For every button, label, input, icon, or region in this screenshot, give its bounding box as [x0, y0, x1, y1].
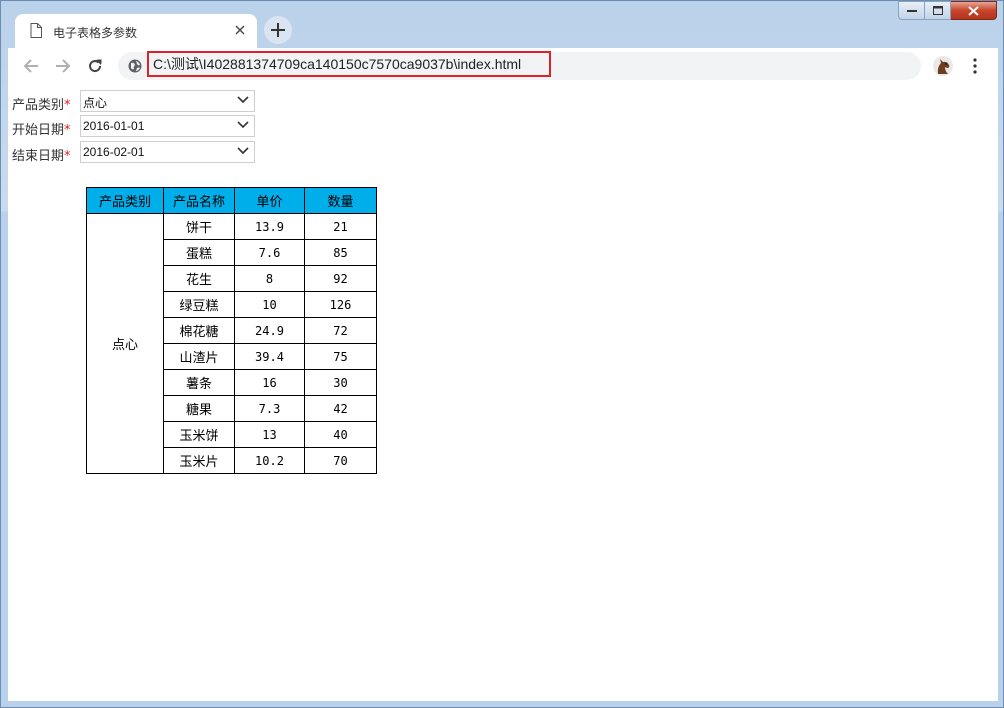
product-name-cell: 蛋糕	[163, 239, 235, 266]
category-cell: 点心	[86, 213, 164, 474]
start-date-select-value: 2016-01-01	[83, 119, 145, 133]
omnibox[interactable]: C:\测试\I402881374709ca140150c7570ca9037b\…	[118, 51, 921, 80]
category-label: 产品类别*	[12, 98, 71, 113]
close-icon	[968, 5, 979, 16]
product-name-cell: 玉米饼	[163, 421, 235, 448]
new-tab-button[interactable]	[264, 16, 292, 44]
end-date-select-value: 2016-02-01	[83, 145, 145, 159]
reload-button[interactable]	[83, 54, 107, 78]
address-bar-url[interactable]: C:\测试\I402881374709ca140150c7570ca9037b\…	[147, 51, 551, 77]
product-name-cell: 花生	[163, 265, 235, 292]
window-controls	[898, 1, 997, 21]
start-date-field: 开始日期* 2016-01-01	[12, 114, 262, 138]
qty-cell: 21	[304, 213, 377, 240]
more-vert-icon[interactable]	[968, 56, 982, 76]
reload-icon	[89, 59, 102, 73]
product-name-cell: 糖果	[163, 395, 235, 422]
product-name-cell: 棉花糖	[163, 317, 235, 344]
qty-cell: 92	[304, 265, 377, 292]
avatar[interactable]	[933, 56, 953, 76]
browser-window: 电子表格多参数 C:\测试\I402881374709ca140150c7570…	[0, 0, 1004, 708]
chevron-down-icon	[237, 147, 249, 155]
arrow-left-icon	[23, 59, 38, 73]
price-cell: 24.9	[234, 317, 305, 344]
page-content: 产品类别* 点心 开始日期* 2016-01-01 结束日期* 2016-02-…	[8, 85, 998, 701]
product-name-cell: 饼干	[163, 213, 235, 240]
browser-tab[interactable]: 电子表格多参数	[15, 14, 257, 48]
product-name-cell: 绿豆糕	[163, 291, 235, 318]
plus-icon	[271, 23, 285, 37]
maximize-icon	[932, 6, 943, 15]
table-row: 点心 饼干 13.9 21	[86, 213, 377, 474]
table-body: 点心 饼干 13.9 21 蛋糕 7.6 85 花生 8 92 绿豆糕 10 1…	[86, 213, 377, 474]
qty-cell: 126	[304, 291, 377, 318]
product-name-cell: 玉米片	[163, 447, 235, 474]
browser-toolbar: C:\测试\I402881374709ca140150c7570ca9037b\…	[8, 48, 998, 86]
product-table: 产品类别 产品名称 单价 数量 点心 饼干 13.9 21 蛋糕 7.6 85	[86, 187, 377, 474]
window-close-button[interactable]	[951, 1, 997, 20]
column-header-category: 产品类别	[86, 187, 164, 214]
document-icon	[30, 23, 42, 38]
chevron-down-icon	[237, 121, 249, 129]
price-cell: 10.2	[234, 447, 305, 474]
category-select-value: 点心	[83, 96, 108, 110]
profile-horse-icon	[937, 59, 950, 74]
price-cell: 10	[234, 291, 305, 318]
price-cell: 13.9	[234, 213, 305, 240]
column-header-qty: 数量	[304, 187, 377, 214]
qty-cell: 30	[304, 369, 377, 396]
start-date-select[interactable]: 2016-01-01	[80, 115, 255, 137]
product-name-cell: 薯条	[163, 369, 235, 396]
product-name-cell: 山渣片	[163, 343, 235, 370]
category-field: 产品类别* 点心	[12, 89, 262, 113]
price-cell: 39.4	[234, 343, 305, 370]
category-select[interactable]: 点心	[80, 90, 255, 112]
tab-title: 电子表格多参数	[53, 26, 138, 40]
end-date-field: 结束日期* 2016-02-01	[12, 140, 262, 164]
start-date-label: 开始日期*	[12, 123, 71, 138]
arrow-right-icon	[56, 59, 71, 73]
qty-cell: 70	[304, 447, 377, 474]
end-date-label: 结束日期*	[12, 149, 71, 164]
qty-cell: 75	[304, 343, 377, 370]
back-button[interactable]	[19, 54, 43, 78]
column-header-price: 单价	[234, 187, 305, 214]
tab-close-icon[interactable]	[232, 22, 248, 38]
minimize-icon	[906, 9, 917, 12]
table-header-row: 产品类别 产品名称 单价 数量	[86, 187, 377, 214]
price-cell: 16	[234, 369, 305, 396]
end-date-select[interactable]: 2016-02-01	[80, 141, 255, 163]
qty-cell: 40	[304, 421, 377, 448]
qty-cell: 72	[304, 317, 377, 344]
price-cell: 8	[234, 265, 305, 292]
price-cell: 7.6	[234, 239, 305, 266]
minimize-button[interactable]	[898, 1, 925, 20]
price-cell: 7.3	[234, 395, 305, 422]
chevron-down-icon	[237, 96, 249, 104]
qty-cell: 42	[304, 395, 377, 422]
qty-cell: 85	[304, 239, 377, 266]
maximize-button[interactable]	[925, 1, 951, 20]
globe-icon[interactable]	[128, 59, 142, 73]
forward-button[interactable]	[51, 54, 75, 78]
column-header-name: 产品名称	[163, 187, 235, 214]
price-cell: 13	[234, 421, 305, 448]
